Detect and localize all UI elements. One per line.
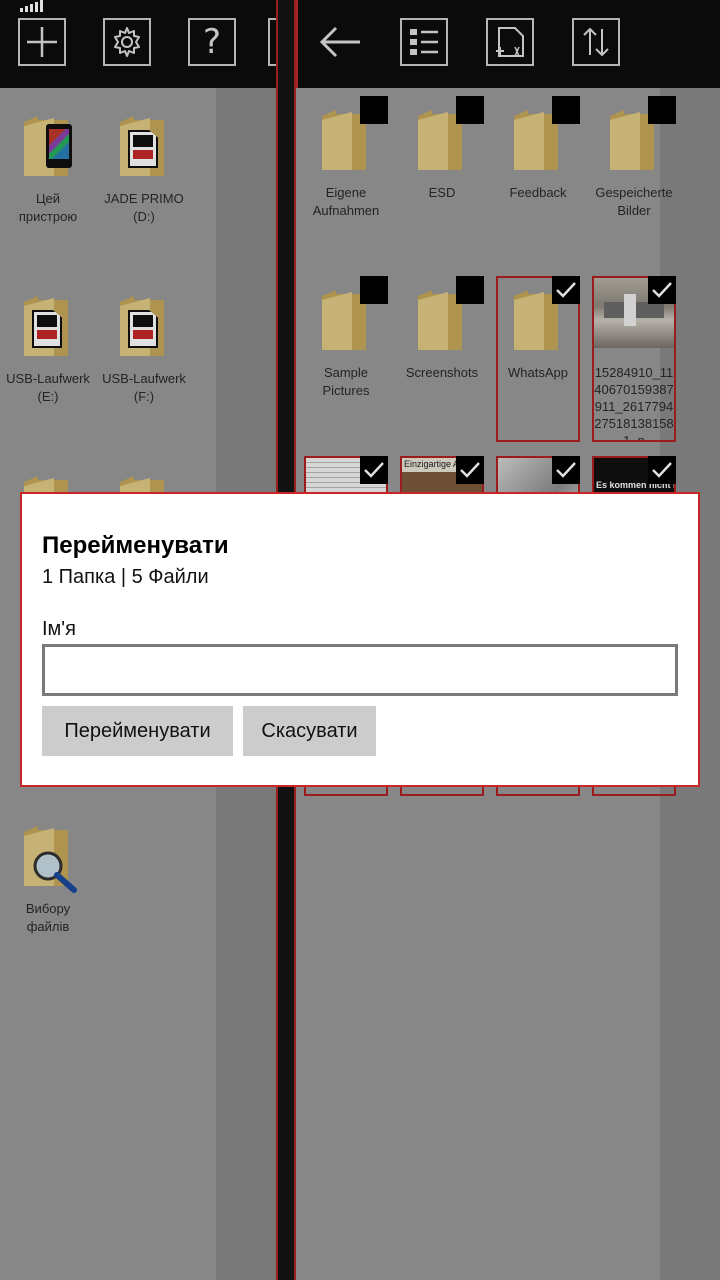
checkmark-icon bbox=[556, 282, 576, 298]
checkmark-icon bbox=[364, 462, 384, 478]
selection-checkbox[interactable] bbox=[456, 276, 484, 304]
item-label: JADE PRIMO (D:) bbox=[104, 191, 184, 224]
back-button[interactable] bbox=[316, 18, 364, 66]
list-item-feedback[interactable]: Feedback bbox=[496, 96, 580, 202]
list-item-drive-e[interactable]: USB-Laufwerk (E:) bbox=[6, 282, 90, 406]
checkmark-icon bbox=[460, 462, 480, 478]
checkmark-icon bbox=[652, 462, 672, 478]
help-button[interactable]: ? bbox=[188, 18, 236, 66]
selection-checkbox[interactable] bbox=[360, 96, 388, 124]
gear-icon bbox=[114, 27, 140, 57]
toolbar-overflow-button[interactable] bbox=[268, 18, 276, 66]
item-label: Eigene Aufnahmen bbox=[312, 185, 380, 218]
item-label: 15284910_11 40670159387 911_2617794 2751… bbox=[594, 365, 674, 442]
checkmark-icon bbox=[652, 282, 672, 298]
selection-checkbox[interactable] bbox=[456, 96, 484, 124]
item-label: Screenshots bbox=[405, 365, 479, 380]
selection-checkbox[interactable] bbox=[648, 96, 676, 124]
cancel-button[interactable]: Скасувати bbox=[243, 706, 376, 756]
new-file-button[interactable] bbox=[486, 18, 534, 66]
settings-button[interactable] bbox=[103, 18, 151, 66]
selection-checkbox-checked[interactable] bbox=[552, 276, 580, 304]
list-item-sample-pictures[interactable]: Sample Pictures bbox=[304, 276, 388, 400]
list-item-drive-d[interactable]: JADE PRIMO (D:) bbox=[102, 102, 186, 226]
view-mode-button[interactable] bbox=[400, 18, 448, 66]
list-item-drive-f[interactable]: USB-Laufwerk (F:) bbox=[102, 282, 186, 406]
list-item-eigene-aufnahmen[interactable]: Eigene Aufnahmen bbox=[304, 96, 388, 220]
item-label: USB-Laufwerk (F:) bbox=[102, 371, 186, 404]
add-icon bbox=[27, 27, 57, 57]
item-label: USB-Laufwerk (E:) bbox=[6, 371, 90, 404]
sd-card-icon bbox=[128, 310, 158, 348]
item-label: ESD bbox=[428, 185, 456, 200]
sort-icon bbox=[583, 27, 609, 57]
sort-button[interactable] bbox=[572, 18, 620, 66]
list-item-file-picker[interactable]: Вибору файлів bbox=[6, 812, 90, 936]
search-icon bbox=[33, 851, 77, 893]
left-toolbar: ? bbox=[0, 0, 278, 88]
selection-checkbox-checked[interactable] bbox=[648, 276, 676, 304]
list-item-image-file[interactable]: 15284910_11 40670159387 911_2617794 2751… bbox=[592, 276, 676, 442]
name-field-label: Ім'я bbox=[42, 618, 76, 640]
list-item-this-device[interactable]: Цей пристрою bbox=[6, 102, 90, 226]
item-label: Вибору файлів bbox=[25, 901, 71, 934]
phone-icon bbox=[46, 124, 72, 168]
item-label: Цей пристрою bbox=[18, 191, 78, 224]
item-label: Sample Pictures bbox=[322, 365, 370, 398]
add-button[interactable] bbox=[18, 18, 66, 66]
selection-checkbox-checked[interactable] bbox=[360, 456, 388, 484]
item-label: Feedback bbox=[509, 185, 567, 200]
list-item-esd[interactable]: ESD bbox=[400, 96, 484, 202]
list-item-screenshots[interactable]: Screenshots bbox=[400, 276, 484, 382]
checkmark-icon bbox=[556, 462, 576, 478]
selection-checkbox[interactable] bbox=[360, 276, 388, 304]
list-item-whatsapp[interactable]: WhatsApp bbox=[496, 276, 580, 442]
selection-checkbox-checked[interactable] bbox=[648, 456, 676, 484]
selection-checkbox-checked[interactable] bbox=[456, 456, 484, 484]
name-input[interactable] bbox=[42, 644, 678, 696]
list-view-icon bbox=[410, 29, 438, 55]
rename-button[interactable]: Перейменувати bbox=[42, 706, 233, 756]
selection-checkbox[interactable] bbox=[552, 96, 580, 124]
list-item-gespeicherte-bilder[interactable]: Gespeicherte Bilder bbox=[592, 96, 676, 220]
selection-checkbox-checked[interactable] bbox=[552, 456, 580, 484]
dialog-title: Перейменувати bbox=[42, 532, 229, 559]
rename-dialog: Перейменувати 1 Папка | 5 Файли Ім'я Пер… bbox=[20, 492, 700, 787]
sd-card-icon bbox=[32, 310, 62, 348]
signal-strength-icon bbox=[20, 0, 48, 12]
right-toolbar bbox=[296, 0, 720, 88]
item-label: WhatsApp bbox=[508, 365, 568, 380]
new-file-icon bbox=[496, 27, 524, 57]
help-icon: ? bbox=[202, 22, 222, 62]
back-arrow-icon bbox=[319, 26, 360, 58]
item-label: Gespeicherte Bilder bbox=[595, 185, 673, 218]
dialog-subtitle: 1 Папка | 5 Файли bbox=[42, 566, 209, 588]
sd-card-icon bbox=[128, 130, 158, 168]
